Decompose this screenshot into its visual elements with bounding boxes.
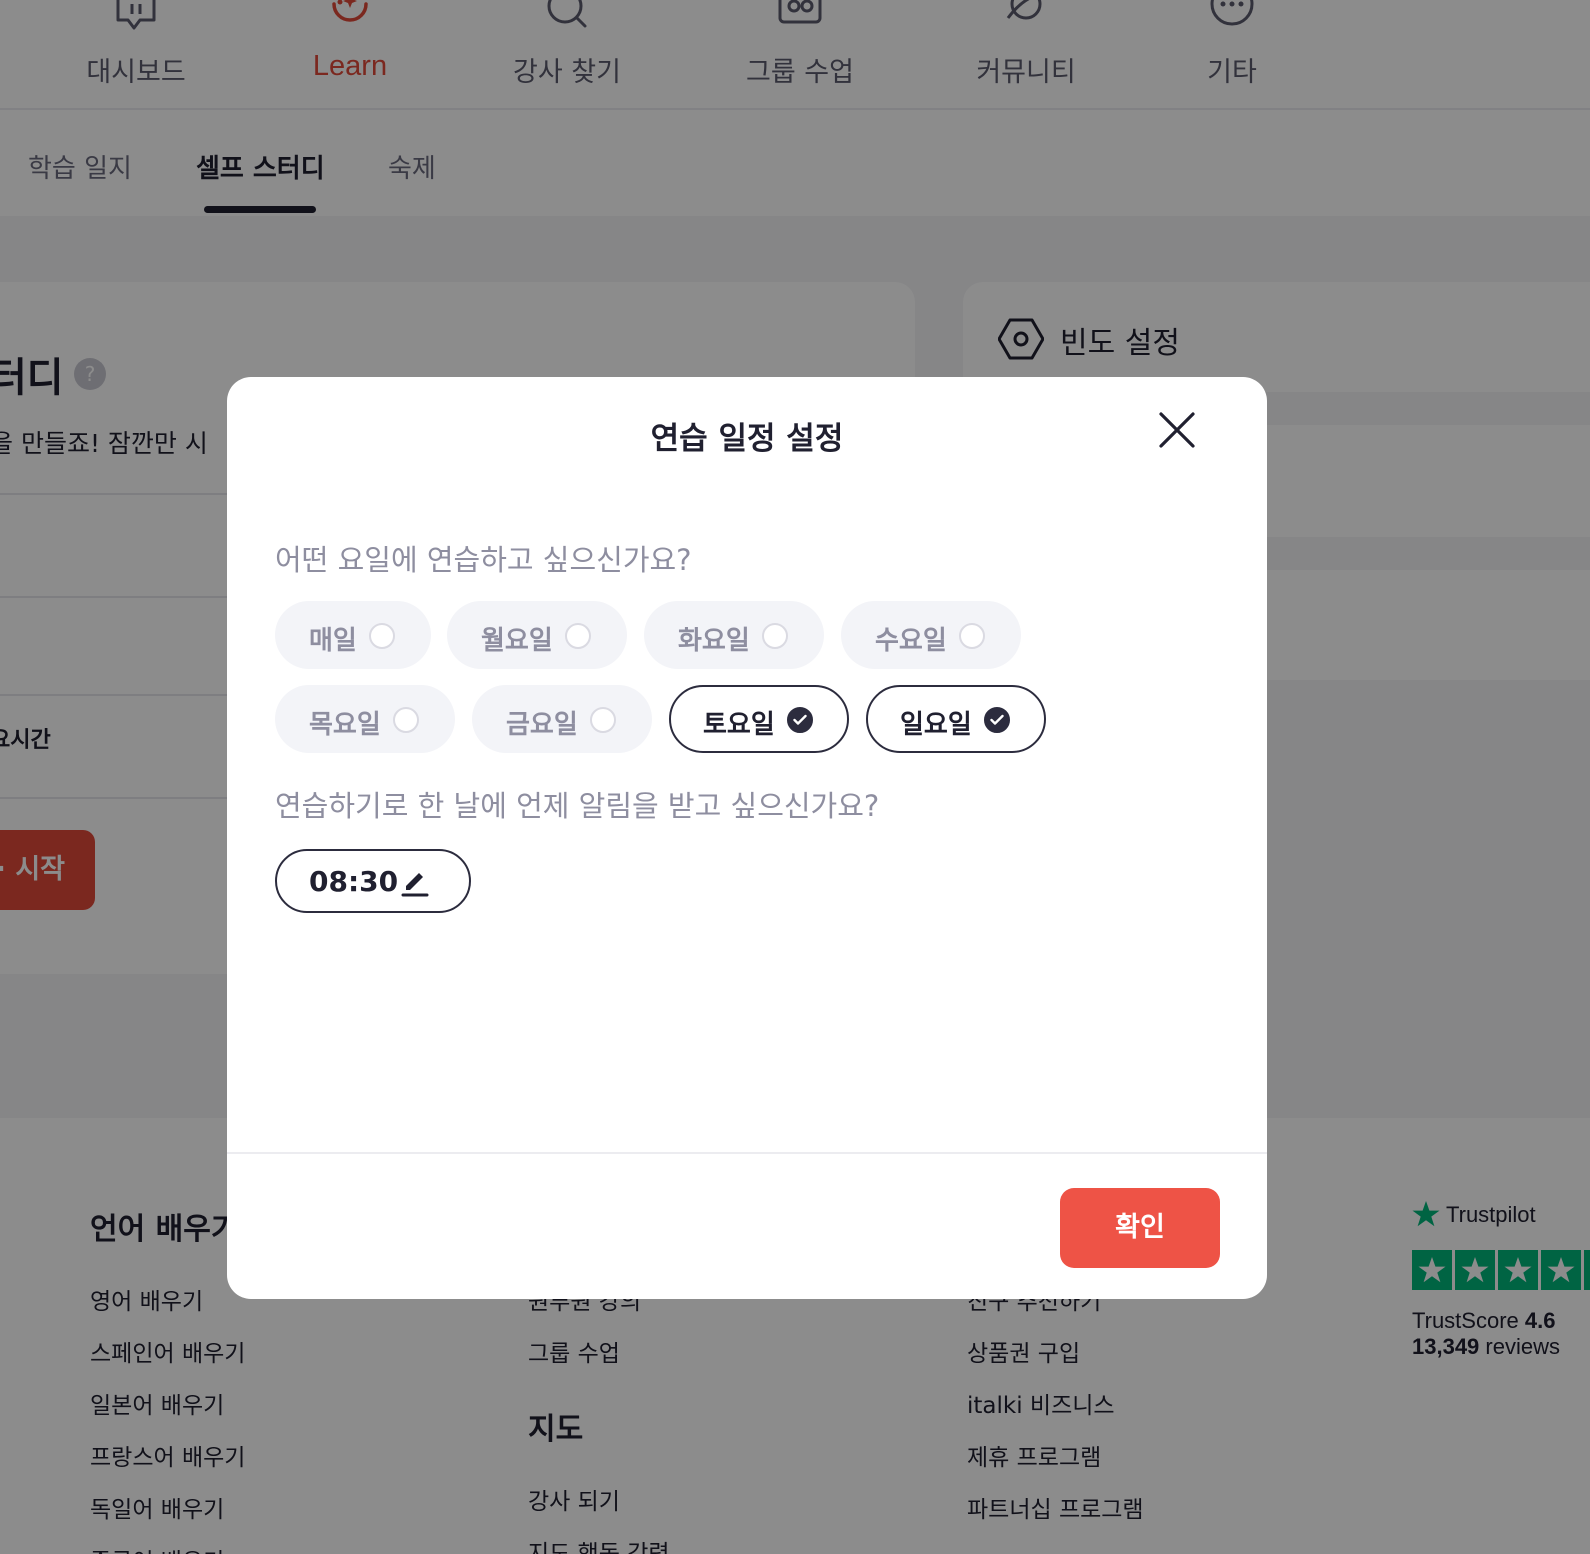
radio-icon	[369, 623, 395, 649]
day-label: 토요일	[703, 710, 775, 740]
day-label: 화요일	[678, 626, 750, 656]
day-label: 금요일	[506, 710, 578, 740]
radio-icon	[762, 623, 788, 649]
day-option-thursday[interactable]: 목요일	[275, 685, 455, 753]
day-label: 매일	[309, 626, 357, 656]
radio-icon	[959, 623, 985, 649]
close-icon[interactable]	[1157, 410, 1197, 450]
radio-icon	[590, 707, 616, 733]
reminder-time-button[interactable]: 08:30	[275, 849, 471, 913]
day-option-tuesday[interactable]: 화요일	[644, 601, 824, 669]
confirm-button[interactable]: 확인	[1060, 1188, 1220, 1268]
dialog-title: 연습 일정 설정	[650, 421, 844, 457]
time-question: 연습하기로 한 날에 언제 알림을 받고 싶으신가요?	[275, 789, 880, 823]
day-option-friday[interactable]: 금요일	[472, 685, 652, 753]
day-option-wednesday[interactable]: 수요일	[841, 601, 1021, 669]
practice-schedule-dialog: 연습 일정 설정 어떤 요일에 연습하고 싶으신가요? 매일 월요일 화요일 수…	[227, 377, 1267, 1299]
day-option-saturday[interactable]: 토요일	[669, 685, 849, 753]
day-option-monday[interactable]: 월요일	[447, 601, 627, 669]
day-option-everyday[interactable]: 매일	[275, 601, 431, 669]
day-label: 일요일	[900, 710, 972, 740]
days-question: 어떤 요일에 연습하고 싶으신가요?	[275, 543, 692, 577]
reminder-time-value: 08:30	[309, 865, 399, 898]
check-circle-icon	[984, 707, 1010, 733]
dialog-footer-divider	[227, 1152, 1267, 1154]
day-label: 목요일	[309, 710, 381, 740]
pencil-icon	[401, 873, 429, 897]
day-label: 월요일	[481, 626, 553, 656]
day-label: 수요일	[875, 626, 947, 656]
radio-icon	[565, 623, 591, 649]
day-option-sunday[interactable]: 일요일	[866, 685, 1046, 753]
radio-icon	[393, 707, 419, 733]
check-circle-icon	[787, 707, 813, 733]
